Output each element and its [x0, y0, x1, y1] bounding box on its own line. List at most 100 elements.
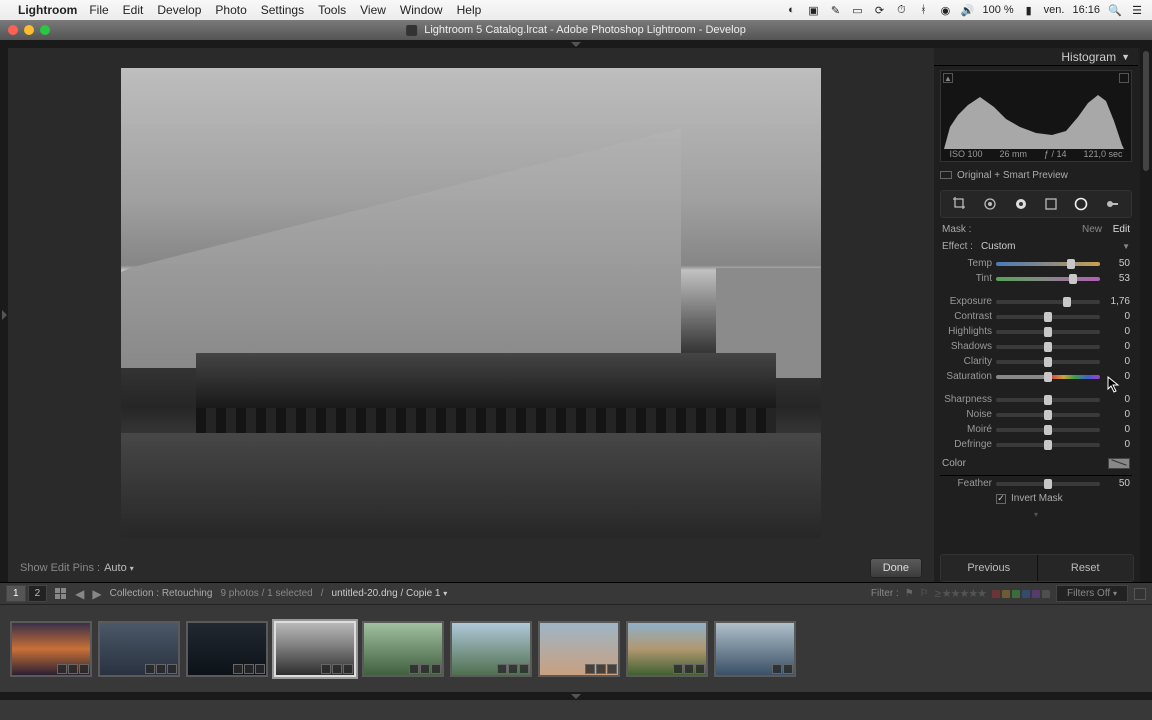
- app-menu[interactable]: Lightroom: [18, 3, 77, 17]
- status-day[interactable]: ven.: [1044, 4, 1065, 16]
- previous-button[interactable]: Previous: [941, 555, 1037, 581]
- tint-slider[interactable]: Tint 53: [942, 271, 1130, 286]
- menu-window[interactable]: Window: [400, 3, 443, 17]
- highlight-clip-icon[interactable]: [1119, 73, 1129, 83]
- menu-settings[interactable]: Settings: [261, 3, 304, 17]
- thumbnail[interactable]: [538, 621, 620, 677]
- thumbnail[interactable]: [450, 621, 532, 677]
- menu-tools[interactable]: Tools: [318, 3, 346, 17]
- star-filter[interactable]: ≥ ★★★★★: [935, 587, 986, 600]
- menu-develop[interactable]: Develop: [157, 3, 201, 17]
- noise-slider[interactable]: Noise 0: [942, 407, 1130, 422]
- clarity-slider[interactable]: Clarity 0: [942, 354, 1130, 369]
- status-timemachine-icon[interactable]: ⏱: [894, 3, 908, 17]
- menu-file[interactable]: File: [89, 3, 108, 17]
- temp-slider[interactable]: Temp 50: [942, 256, 1130, 271]
- menu-edit[interactable]: Edit: [123, 3, 144, 17]
- chevron-down-icon[interactable]: ▼: [1122, 242, 1130, 251]
- nav-forward-icon[interactable]: ▶: [92, 587, 101, 601]
- status-evernote-icon[interactable]: ✎: [828, 3, 842, 17]
- adjustment-brush-tool-icon[interactable]: [1101, 195, 1123, 213]
- status-battery-icon[interactable]: ▮: [1022, 3, 1036, 17]
- crop-tool-icon[interactable]: [949, 195, 971, 213]
- close-window-icon[interactable]: [8, 25, 18, 35]
- status-volume-icon[interactable]: 🔊: [960, 3, 974, 17]
- contrast-slider[interactable]: Contrast 0: [942, 309, 1130, 324]
- show-edit-pins-dropdown[interactable]: Auto ▾: [104, 562, 134, 574]
- top-panel-handle[interactable]: [0, 40, 1152, 48]
- main-window-button[interactable]: 1: [6, 585, 26, 602]
- mask-edit-button[interactable]: Edit: [1113, 224, 1130, 235]
- highlights-slider[interactable]: Highlights 0: [942, 324, 1130, 339]
- thumbnail[interactable]: [626, 621, 708, 677]
- collection-label[interactable]: Collection : Retouching: [110, 588, 213, 599]
- bottom-panel-handle[interactable]: [0, 692, 1152, 700]
- panel-collapse-handle[interactable]: ▾: [934, 510, 1138, 518]
- status-display-icon[interactable]: ▭: [850, 3, 864, 17]
- status-bluetooth-icon[interactable]: ᚼ: [916, 3, 930, 17]
- color-swatch[interactable]: [1108, 458, 1130, 469]
- thumbnail[interactable]: [362, 621, 444, 677]
- feather-slider[interactable]: Feather 50: [942, 476, 1130, 491]
- filter-lock-icon[interactable]: [1134, 588, 1146, 600]
- histogram-header[interactable]: Histogram▼: [934, 48, 1138, 66]
- color-red-icon[interactable]: [992, 590, 1000, 598]
- histogram[interactable]: ▲ ISO 100 26 mm ƒ / 14 121,0 sec: [940, 70, 1132, 162]
- filmstrip[interactable]: [0, 604, 1152, 692]
- shadows-slider[interactable]: Shadows 0: [942, 339, 1130, 354]
- traffic-lights: [8, 25, 50, 35]
- status-spotlight-icon[interactable]: 🔍: [1108, 3, 1122, 17]
- status-battery-percent[interactable]: 100 %: [982, 4, 1013, 16]
- status-sync-icon[interactable]: ⟳: [872, 3, 886, 17]
- color-blue-icon[interactable]: [1022, 590, 1030, 598]
- shadow-clip-icon[interactable]: ▲: [943, 73, 953, 83]
- color-none-icon[interactable]: [1042, 590, 1050, 598]
- color-label-filter[interactable]: [992, 590, 1050, 598]
- status-dropbox-icon[interactable]: ▣: [806, 3, 820, 17]
- nav-back-icon[interactable]: ◀: [75, 587, 84, 601]
- done-button[interactable]: Done: [870, 558, 922, 578]
- filename-dropdown[interactable]: untitled-20.dng / Copie 1 ▾: [332, 588, 448, 599]
- flag-rejected-icon[interactable]: ⚐: [920, 588, 929, 599]
- color-yellow-icon[interactable]: [1002, 590, 1010, 598]
- effect-dropdown[interactable]: Custom: [981, 241, 1015, 252]
- menu-help[interactable]: Help: [457, 3, 482, 17]
- moire-slider[interactable]: Moiré 0: [942, 422, 1130, 437]
- graduated-filter-tool-icon[interactable]: [1040, 195, 1062, 213]
- color-green-icon[interactable]: [1012, 590, 1020, 598]
- thumbnail[interactable]: [98, 621, 180, 677]
- thumbnail[interactable]: [714, 621, 796, 677]
- thumbnail[interactable]: [10, 621, 92, 677]
- menu-view[interactable]: View: [360, 3, 386, 17]
- status-generic-icon[interactable]: ◐: [784, 3, 798, 17]
- reset-button[interactable]: Reset: [1038, 555, 1134, 581]
- menu-photo[interactable]: Photo: [215, 3, 246, 17]
- status-notifications-icon[interactable]: ☰: [1130, 3, 1144, 17]
- minimize-window-icon[interactable]: [24, 25, 34, 35]
- right-panel-scrollbar[interactable]: [1140, 48, 1152, 582]
- photo-viewport[interactable]: [12, 52, 930, 554]
- zoom-window-icon[interactable]: [40, 25, 50, 35]
- radial-filter-tool-icon[interactable]: [1070, 195, 1092, 213]
- status-wifi-icon[interactable]: ◉: [938, 3, 952, 17]
- invert-mask-checkbox[interactable]: ✓ Invert Mask: [934, 491, 1138, 510]
- thumbnail-selected[interactable]: [274, 621, 356, 677]
- grid-view-icon[interactable]: [55, 588, 67, 600]
- exposure-slider[interactable]: Exposure 1,76: [942, 294, 1130, 309]
- color-swatch-row[interactable]: Color: [934, 452, 1138, 475]
- filters-preset-dropdown[interactable]: Filters Off ▾: [1056, 585, 1128, 602]
- status-time[interactable]: 16:16: [1072, 4, 1100, 16]
- histogram-focal: 26 mm: [999, 149, 1027, 161]
- thumbnail[interactable]: [186, 621, 268, 677]
- sharpness-slider[interactable]: Sharpness 0: [942, 392, 1130, 407]
- spot-removal-tool-icon[interactable]: [979, 195, 1001, 213]
- saturation-slider[interactable]: Saturation 0: [942, 369, 1130, 384]
- left-panel-handle[interactable]: [0, 48, 8, 582]
- redeye-tool-icon[interactable]: [1010, 195, 1032, 213]
- color-purple-icon[interactable]: [1032, 590, 1040, 598]
- mask-new-button[interactable]: New: [1082, 224, 1102, 235]
- defringe-slider[interactable]: Defringe 0: [942, 437, 1130, 452]
- second-window-button[interactable]: 2: [28, 585, 48, 602]
- flag-picked-icon[interactable]: ⚑: [905, 588, 914, 599]
- mask-label: Mask :: [942, 224, 971, 235]
